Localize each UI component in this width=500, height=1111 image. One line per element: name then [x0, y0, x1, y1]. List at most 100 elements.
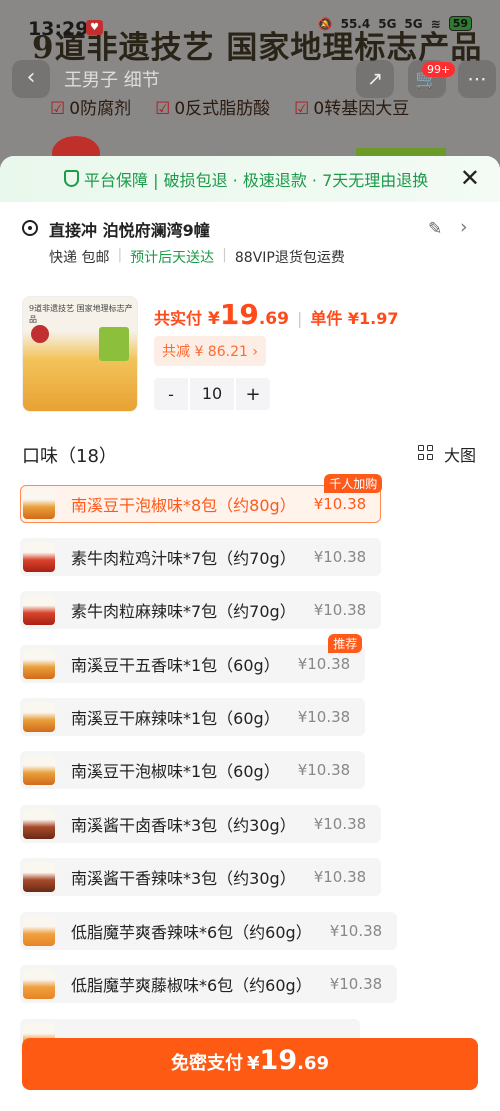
flavor-option[interactable]: 南溪豆干泡椒味*8包（约80g） ¥10.38 千人加购 — [20, 474, 383, 523]
pay-button[interactable]: 免密支付 ¥ 19 .69 — [22, 1038, 478, 1090]
option-price: ¥10.38 — [329, 922, 383, 940]
share-button[interactable]: ↗ — [356, 60, 394, 98]
ship-method: 快递 包邮 — [49, 250, 110, 266]
option-tag: 推荐 — [328, 634, 363, 653]
currency-symbol: ¥ — [208, 309, 220, 329]
price-row: 共实付 ¥ 19 .69 | 单件 ¥1.97 — [154, 298, 399, 331]
increase-button[interactable]: + — [236, 384, 270, 405]
option-price: ¥10.38 — [297, 708, 351, 726]
chevron-right-icon[interactable]: › — [460, 216, 468, 238]
grid-view-icon[interactable] — [418, 445, 434, 461]
more-button[interactable]: ⋯ — [458, 60, 496, 98]
option-name: 南溪豆干五香味*1包（60g） — [71, 656, 280, 675]
guarantee-bar[interactable]: 平台保障 | 破损包退 · 极速退款 · 7天无理由退换 ✕ — [0, 156, 500, 202]
close-icon[interactable]: ✕ — [460, 164, 480, 192]
option-price: ¥10.38 — [313, 495, 367, 513]
product-summary: 9道非遗技艺 国家地理标志产品 共实付 ¥ 19 .69 | 单件 ¥1.97 … — [0, 296, 500, 416]
quantity-value[interactable]: 10 — [188, 378, 236, 410]
option-price: ¥10.38 — [297, 761, 351, 779]
discount-badge[interactable]: 共减 ¥ 86.21 › — [154, 336, 266, 366]
edit-icon[interactable]: ✎ — [428, 219, 442, 239]
pay-currency: ¥ — [247, 1053, 260, 1074]
address-text: 直接冲 泊悦府澜湾9幢 — [49, 221, 210, 240]
thumbnail-logo — [31, 325, 49, 343]
app-notification-icon: ♥ — [86, 20, 103, 35]
option-thumbnail — [23, 916, 55, 946]
option-price: ¥10.38 — [313, 601, 367, 619]
option-name: 素牛肉粒麻辣味*7包（约70g） — [71, 602, 296, 621]
pay-amount-int: 19 — [259, 1045, 298, 1076]
divider: | — [222, 247, 227, 263]
background-features: 0防腐剂 0反式脂肪酸 0转基因大豆 — [50, 94, 409, 119]
flavor-option[interactable]: 南溪酱干卤香味*3包（约30g） ¥10.38 — [20, 805, 382, 843]
feature-item: 0防腐剂 — [50, 94, 131, 119]
option-price: ¥10.38 — [297, 655, 351, 673]
ship-return: 88VIP退货包运费 — [234, 250, 345, 266]
back-button[interactable]: ‹ — [12, 60, 50, 98]
shield-icon — [64, 170, 79, 187]
big-image-toggle[interactable]: 大图 — [444, 442, 476, 466]
total-price-int: 19 — [219, 298, 259, 331]
flavor-option[interactable]: 南溪豆干麻辣味*1包（60g） ¥10.38 — [20, 698, 366, 736]
option-thumbnail — [23, 542, 55, 572]
ship-eta: 预计后天送达 — [130, 250, 215, 266]
feature-item: 0反式脂肪酸 — [155, 94, 270, 119]
flavor-option[interactable]: 低脂魔芋爽藤椒味*6包（约60g） ¥10.38 — [20, 965, 398, 1003]
divider: | — [296, 309, 303, 328]
option-price: ¥10.38 — [329, 975, 383, 993]
sku-selector-sheet: 平台保障 | 破损包退 · 极速退款 · 7天无理由退换 ✕ 直接冲 泊悦府澜湾… — [0, 156, 500, 1111]
background-subtitle: 王男子 细节 — [64, 70, 160, 91]
option-thumbnail — [23, 862, 55, 892]
total-label: 共实付 — [154, 309, 203, 328]
flavor-option[interactable]: 素牛肉粒鸡汁味*7包（约70g） ¥10.38 — [20, 538, 382, 576]
flavor-option[interactable]: 低脂魔芋爽香辣味*6包（约60g） ¥10.38 — [20, 912, 398, 950]
chevron-left-icon: ‹ — [26, 65, 36, 90]
background-page: 9道非遗技艺 国家地理标志产品 王男子 细节 0防腐剂 0反式脂肪酸 0转基因大… — [0, 0, 500, 170]
option-name: 低脂魔芋爽香辣味*6包（约60g） — [71, 923, 312, 942]
address-row[interactable]: 直接冲 泊悦府澜湾9幢 ✎ › 快递 包邮 | 预计后天送达 | 88VIP退货… — [0, 214, 500, 274]
option-tag: 千人加购 — [324, 474, 383, 493]
net-speed: 55.4 — [340, 16, 371, 31]
option-thumbnail — [23, 809, 55, 839]
option-name: 低脂魔芋爽藤椒味*6包（约60g） — [71, 976, 312, 995]
cart-badge: 99+ — [422, 62, 456, 77]
more-icon: ⋯ — [467, 68, 487, 90]
option-thumbnail — [23, 649, 55, 679]
signal-2: 5G — [404, 16, 423, 31]
option-name: 南溪豆干麻辣味*1包（60g） — [71, 709, 280, 728]
option-thumbnail — [23, 595, 55, 625]
flavor-option[interactable]: 南溪豆干泡椒味*1包（60g） ¥10.38 — [20, 751, 366, 789]
quantity-stepper: - 10 + — [154, 378, 270, 410]
decrease-button[interactable]: - — [154, 385, 188, 404]
thumbnail-package — [99, 327, 129, 361]
option-name: 南溪豆干泡椒味*8包（约80g） — [71, 496, 296, 515]
guarantee-text: 平台保障 | 破损包退 · 极速退款 · 7天无理由退换 — [84, 171, 429, 190]
flavor-option[interactable]: 素牛肉粒麻辣味*7包（约70g） ¥10.38 — [20, 591, 382, 629]
option-name: 素牛肉粒鸡汁味*7包（约70g） — [71, 549, 296, 568]
pay-label: 免密支付 — [171, 1053, 243, 1074]
option-thumbnail — [23, 489, 55, 519]
product-thumbnail[interactable]: 9道非遗技艺 国家地理标志产品 — [22, 296, 138, 412]
option-name: 南溪酱干卤香味*3包（约30g） — [71, 816, 296, 835]
option-thumbnail — [23, 702, 55, 732]
status-indicators: 🔕 55.4 5G 5G ≋ 59 — [318, 16, 472, 31]
thumbnail-title: 9道非遗技艺 国家地理标志产品 — [29, 304, 133, 324]
option-price: ¥10.38 — [313, 815, 367, 833]
flavor-header: 口味（18） — [22, 446, 117, 467]
wifi-icon: ≋ — [430, 16, 441, 31]
status-bar: 13:29 ♥ 🔕 55.4 5G 5G ≋ 59 — [0, 0, 500, 44]
option-price: ¥10.38 — [313, 548, 367, 566]
shipping-info: 快递 包邮 | 预计后天送达 | 88VIP退货包运费 — [49, 247, 345, 267]
pay-amount-dec: .69 — [297, 1053, 329, 1074]
share-icon: ↗ — [367, 68, 383, 90]
signal-1: 5G — [378, 16, 397, 31]
battery-icon: 59 — [448, 16, 472, 31]
flavor-option[interactable]: 南溪豆干五香味*1包（60g） ¥10.38 推荐 — [20, 634, 366, 683]
mute-icon: 🔕 — [317, 16, 333, 31]
divider: | — [117, 247, 123, 263]
location-pin-icon — [22, 220, 38, 236]
status-time: 13:29 — [28, 18, 89, 40]
option-thumbnail — [23, 969, 55, 999]
flavor-option[interactable]: 南溪酱干香辣味*3包（约30g） ¥10.38 — [20, 858, 382, 896]
option-price: ¥10.38 — [313, 868, 367, 886]
